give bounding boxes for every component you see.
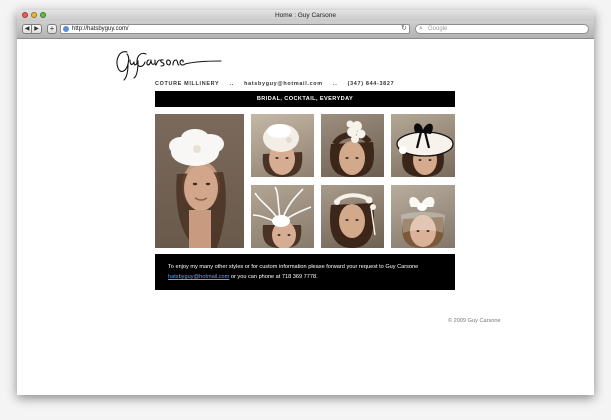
- close-window-button[interactable]: [22, 12, 28, 18]
- minimize-window-button[interactable]: [31, 12, 37, 18]
- gallery-photo-1[interactable]: [251, 114, 314, 177]
- forward-icon: ▶: [34, 26, 39, 32]
- info-line-1: To enjoy my many other styles or for cus…: [168, 264, 419, 270]
- nav-buttons: ◀ ▶: [22, 24, 42, 34]
- add-bookmark-button[interactable]: +: [47, 24, 57, 34]
- back-icon: ◀: [24, 26, 30, 32]
- email-link[interactable]: hatsbyguy@hotmail.com: [168, 274, 229, 280]
- gallery-photo-large[interactable]: [155, 114, 244, 248]
- search-icon: ⌕: [419, 25, 423, 32]
- gallery-photo-6[interactable]: [391, 185, 455, 248]
- white-pillbox-hat-photo-icon: [262, 124, 303, 177]
- reload-icon[interactable]: ↻: [401, 25, 407, 33]
- tagline: COTURE MILLINERY: [155, 81, 220, 87]
- window-controls: [22, 12, 46, 18]
- forward-button[interactable]: ▶: [32, 24, 42, 34]
- gallery-photo-2[interactable]: [321, 114, 384, 177]
- gallery-photo-3[interactable]: [391, 114, 455, 177]
- header-phone: (347) 844-3827: [347, 81, 395, 87]
- globe-icon: [63, 26, 69, 32]
- contact-line: COTURE MILLINERY .. hatsbyguy@hotmail.co…: [155, 81, 402, 87]
- header-email[interactable]: hatsbyguy@hotmail.com: [244, 81, 323, 87]
- info-phone-text: or you can phone at 718 369 7778.: [229, 274, 318, 280]
- white-flower-headpiece-photo-icon: [329, 120, 375, 177]
- black-bow-hat-photo-icon: [396, 123, 454, 177]
- window-title: Home : Guy Carsone: [274, 12, 337, 19]
- info-line-2: hatsbyguy@hotmail.com or you can phone a…: [168, 272, 455, 282]
- page-content: COTURE MILLINERY .. hatsbyguy@hotmail.co…: [17, 39, 594, 395]
- zoom-window-button[interactable]: [40, 12, 46, 18]
- address-bar[interactable]: http://hatsbyguy.com/ ↻: [60, 24, 410, 34]
- copyright-text: © 2009 Guy Carsone: [448, 318, 501, 324]
- white-bow-veil-photo-icon: [401, 196, 445, 248]
- gallery-photo-4[interactable]: [251, 185, 314, 248]
- separator: ..: [333, 81, 338, 87]
- search-placeholder: Google: [428, 26, 448, 32]
- url-text: http://hatsbyguy.com/: [72, 26, 129, 32]
- floral-headband-photo-icon: [329, 193, 376, 248]
- separator: ..: [229, 81, 234, 87]
- white-feather-headpiece-photo-icon: [252, 186, 312, 248]
- browser-toolbar: ◀ ▶ + http://hatsbyguy.com/ ↻ ⌕ Google: [17, 21, 594, 39]
- signature-logo-icon[interactable]: [113, 46, 223, 82]
- back-button[interactable]: ◀: [22, 24, 32, 34]
- contact-info-box: To enjoy my many other styles or for cus…: [155, 254, 455, 290]
- nav-label[interactable]: BRIDAL, COCKTAIL, EVERYDAY: [257, 96, 353, 102]
- browser-window: Home : Guy Carsone ◀ ▶ + http://hatsbygu…: [17, 10, 594, 395]
- gallery-photo-5[interactable]: [321, 185, 384, 248]
- search-input[interactable]: ⌕ Google: [415, 24, 589, 34]
- plus-icon: +: [49, 24, 55, 33]
- category-nav-bar[interactable]: BRIDAL, COCKTAIL, EVERYDAY: [155, 91, 455, 107]
- white-feather-fascinator-photo-icon: [169, 129, 226, 248]
- title-bar: Home : Guy Carsone: [17, 10, 594, 21]
